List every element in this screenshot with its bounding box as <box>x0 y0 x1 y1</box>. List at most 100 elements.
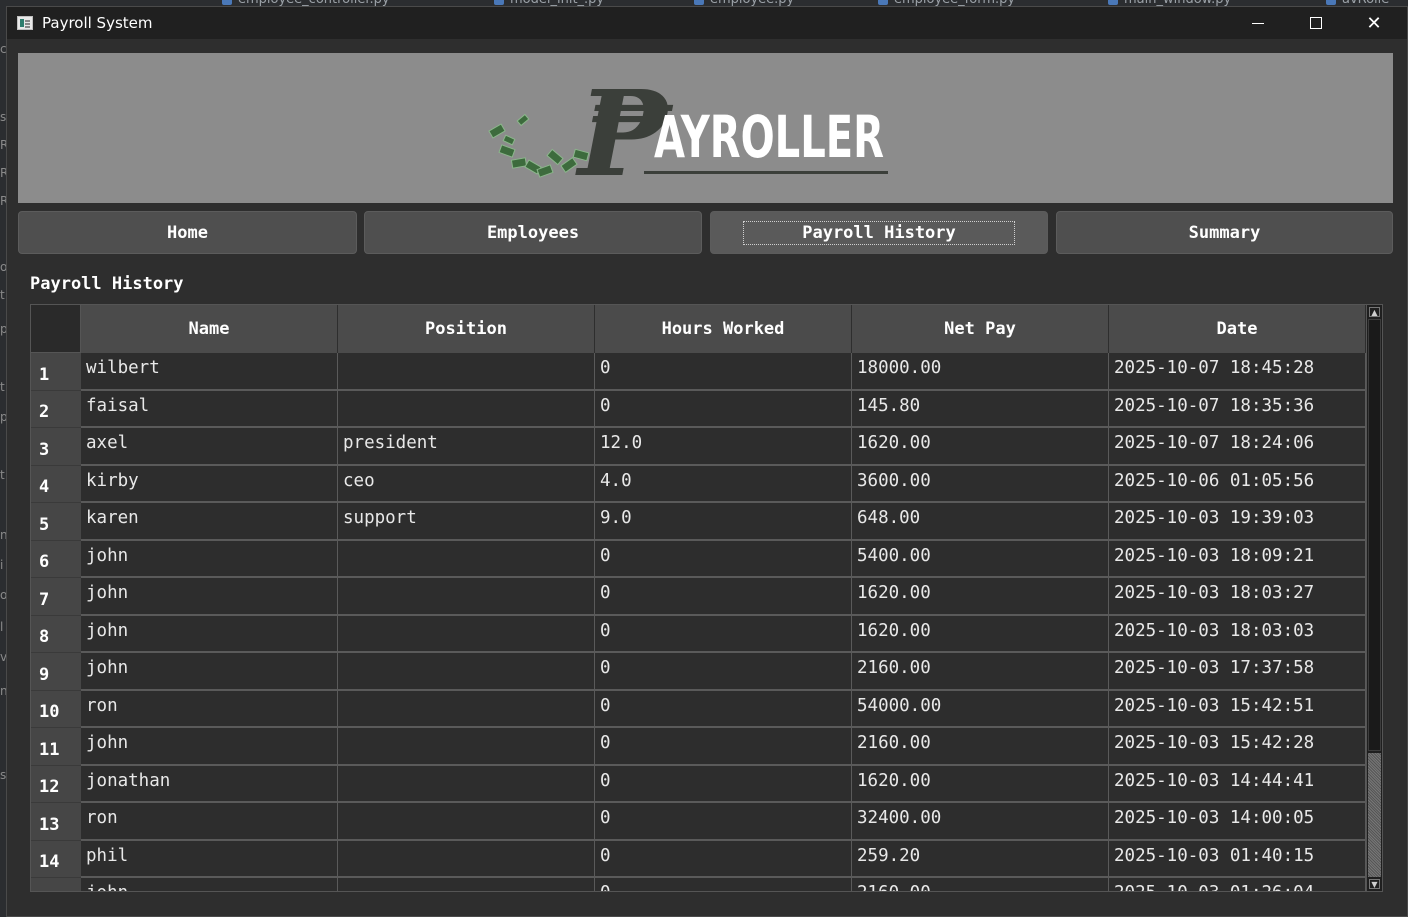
row-number[interactable]: 15 <box>31 878 81 891</box>
table-cell-position[interactable] <box>338 616 595 653</box>
table-cell-hours[interactable]: 0 <box>595 841 852 878</box>
column-header-hours[interactable]: Hours Worked <box>595 305 852 353</box>
maximize-button[interactable] <box>1287 7 1345 39</box>
row-number[interactable]: 14 <box>31 841 81 878</box>
table-cell-hours[interactable]: 0 <box>595 803 852 841</box>
table-cell-name[interactable]: ron <box>81 803 338 841</box>
row-number[interactable]: 7 <box>31 578 81 616</box>
row-number[interactable]: 2 <box>31 391 81 428</box>
row-number[interactable]: 12 <box>31 766 81 803</box>
column-header-name[interactable]: Name <box>81 305 338 353</box>
table-cell-hours[interactable]: 0 <box>595 766 852 803</box>
column-header-net-pay[interactable]: Net Pay <box>852 305 1109 353</box>
row-number[interactable]: 13 <box>31 803 81 841</box>
table-cell-date[interactable]: 2025-10-03 18:03:03 <box>1109 616 1366 653</box>
row-number[interactable]: 8 <box>31 616 81 653</box>
table-cell-date[interactable]: 2025-10-03 17:37:58 <box>1109 653 1366 691</box>
row-number[interactable]: 6 <box>31 541 81 578</box>
table-cell-hours[interactable]: 0 <box>595 728 852 766</box>
scroll-down-icon[interactable]: ▼ <box>1369 879 1380 889</box>
table-cell-net-pay[interactable]: 5400.00 <box>852 541 1109 578</box>
table-cell-net-pay[interactable]: 3600.00 <box>852 466 1109 503</box>
row-number[interactable]: 10 <box>31 691 81 728</box>
payroll-history-table[interactable]: Name Position Hours Worked Net Pay Date 1 wil… <box>30 304 1383 892</box>
table-cell-net-pay[interactable]: 1620.00 <box>852 578 1109 616</box>
table-cell-net-pay[interactable]: 2160.00 <box>852 728 1109 766</box>
table-cell-name[interactable]: john <box>81 878 338 891</box>
table-cell-position[interactable] <box>338 691 595 728</box>
table-cell-name[interactable]: john <box>81 728 338 766</box>
table-cell-name[interactable]: wilbert <box>81 353 338 391</box>
table-cell-position[interactable]: ceo <box>338 466 595 503</box>
row-number[interactable]: 11 <box>31 728 81 766</box>
close-button[interactable]: ✕ <box>1345 7 1403 39</box>
table-cell-name[interactable]: john <box>81 653 338 691</box>
table-cell-date[interactable]: 2025-10-03 15:42:51 <box>1109 691 1366 728</box>
row-number[interactable]: 3 <box>31 428 81 466</box>
table-cell-date[interactable]: 2025-10-07 18:35:36 <box>1109 391 1366 428</box>
table-cell-net-pay[interactable]: 32400.00 <box>852 803 1109 841</box>
nav-home-button[interactable]: Home <box>18 211 357 254</box>
table-cell-hours[interactable]: 0 <box>595 353 852 391</box>
table-cell-date[interactable]: 2025-10-03 14:44:41 <box>1109 766 1366 803</box>
table-cell-name[interactable]: ron <box>81 691 338 728</box>
table-cell-position[interactable] <box>338 728 595 766</box>
table-cell-name[interactable]: jonathan <box>81 766 338 803</box>
table-cell-net-pay[interactable]: 145.80 <box>852 391 1109 428</box>
table-cell-date[interactable]: 2025-10-03 01:40:15 <box>1109 841 1366 878</box>
table-cell-name[interactable]: john <box>81 616 338 653</box>
table-cell-name[interactable]: john <box>81 578 338 616</box>
table-cell-hours[interactable]: 0 <box>595 878 852 891</box>
table-cell-date[interactable]: 2025-10-07 18:45:28 <box>1109 353 1366 391</box>
table-cell-position[interactable] <box>338 841 595 878</box>
table-cell-position[interactable] <box>338 653 595 691</box>
table-cell-date[interactable]: 2025-10-03 18:09:21 <box>1109 541 1366 578</box>
table-cell-date[interactable]: 2025-10-03 01:26:04 <box>1109 878 1366 891</box>
table-cell-net-pay[interactable]: 2160.00 <box>852 878 1109 891</box>
table-cell-hours[interactable]: 0 <box>595 653 852 691</box>
table-corner[interactable] <box>31 305 81 353</box>
table-cell-name[interactable]: karen <box>81 503 338 541</box>
table-cell-hours[interactable]: 4.0 <box>595 466 852 503</box>
table-cell-date[interactable]: 2025-10-03 18:03:27 <box>1109 578 1366 616</box>
table-cell-date[interactable]: 2025-10-03 14:00:05 <box>1109 803 1366 841</box>
table-cell-name[interactable]: phil <box>81 841 338 878</box>
scrollbar-track[interactable] <box>1368 753 1381 877</box>
row-number[interactable]: 4 <box>31 466 81 503</box>
table-cell-name[interactable]: kirby <box>81 466 338 503</box>
scroll-up-icon[interactable]: ▲ <box>1369 307 1380 317</box>
vertical-scrollbar[interactable]: ▲ ▼ <box>1366 305 1382 891</box>
table-cell-name[interactable]: axel <box>81 428 338 466</box>
row-number[interactable]: 9 <box>31 653 81 691</box>
table-cell-net-pay[interactable]: 259.20 <box>852 841 1109 878</box>
table-cell-position[interactable] <box>338 578 595 616</box>
table-cell-position[interactable]: support <box>338 503 595 541</box>
table-cell-position[interactable] <box>338 803 595 841</box>
table-cell-net-pay[interactable]: 2160.00 <box>852 653 1109 691</box>
table-cell-hours[interactable]: 0 <box>595 691 852 728</box>
row-number[interactable]: 1 <box>31 353 81 391</box>
table-cell-date[interactable]: 2025-10-06 01:05:56 <box>1109 466 1366 503</box>
table-cell-hours[interactable]: 0 <box>595 616 852 653</box>
table-cell-net-pay[interactable]: 1620.00 <box>852 766 1109 803</box>
table-cell-date[interactable]: 2025-10-03 15:42:28 <box>1109 728 1366 766</box>
row-number[interactable]: 5 <box>31 503 81 541</box>
table-cell-hours[interactable]: 12.0 <box>595 428 852 466</box>
table-cell-position[interactable]: president <box>338 428 595 466</box>
table-cell-net-pay[interactable]: 18000.00 <box>852 353 1109 391</box>
table-cell-name[interactable]: faisal <box>81 391 338 428</box>
table-cell-position[interactable] <box>338 353 595 391</box>
table-cell-hours[interactable]: 0 <box>595 578 852 616</box>
table-cell-hours[interactable]: 0 <box>595 391 852 428</box>
table-cell-position[interactable] <box>338 878 595 891</box>
table-cell-net-pay[interactable]: 648.00 <box>852 503 1109 541</box>
table-cell-net-pay[interactable]: 1620.00 <box>852 428 1109 466</box>
scrollbar-thumb[interactable] <box>1368 319 1381 751</box>
table-cell-net-pay[interactable]: 54000.00 <box>852 691 1109 728</box>
minimize-button[interactable] <box>1229 7 1287 39</box>
nav-summary-button[interactable]: Summary <box>1056 211 1393 254</box>
table-cell-net-pay[interactable]: 1620.00 <box>852 616 1109 653</box>
table-cell-date[interactable]: 2025-10-03 19:39:03 <box>1109 503 1366 541</box>
table-cell-position[interactable] <box>338 541 595 578</box>
nav-employees-button[interactable]: Employees <box>364 211 702 254</box>
